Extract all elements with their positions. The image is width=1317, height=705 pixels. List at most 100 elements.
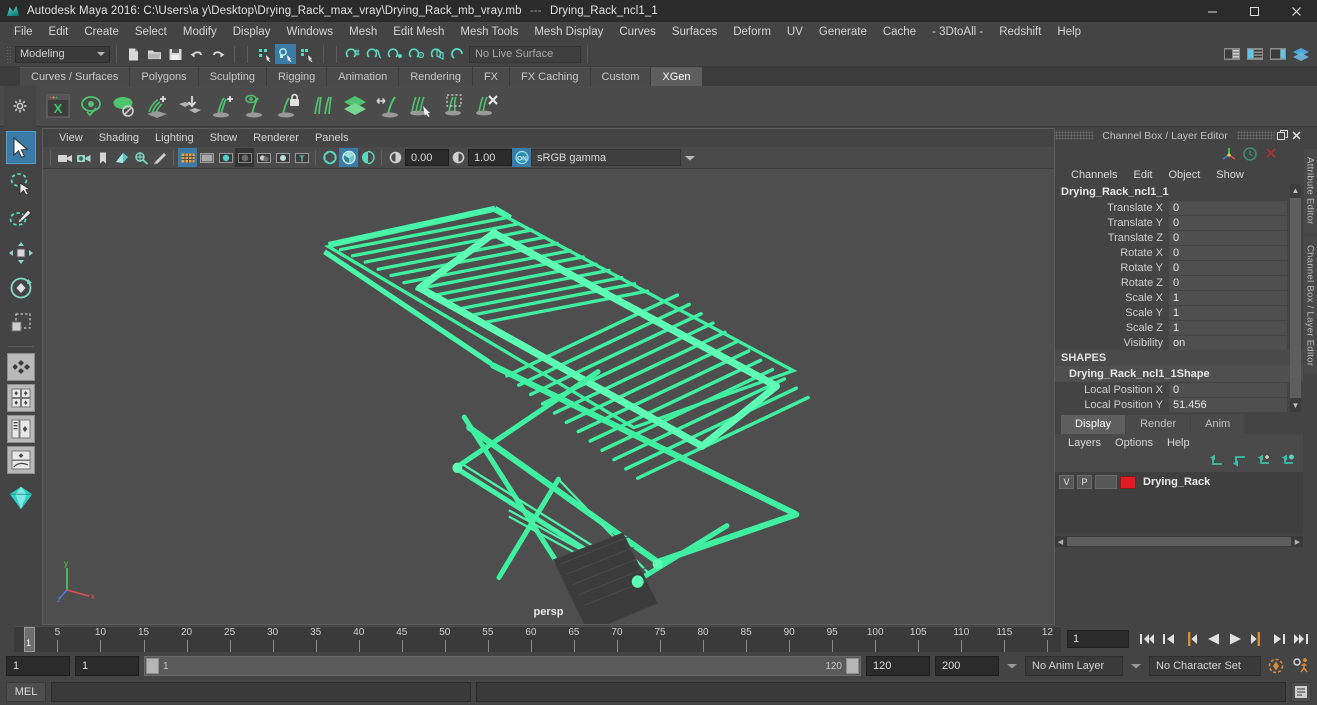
playback-end-time-field[interactable]: 120 [866,656,930,676]
menu-file[interactable]: File [6,22,41,42]
attribute-value-field[interactable]: 0 [1169,245,1287,260]
rotate-tool[interactable] [6,271,36,304]
exposure-field[interactable]: 0.00 [405,149,449,166]
shelf-tab-animation[interactable]: Animation [327,67,399,86]
shelf-tab-custom[interactable]: Custom [590,67,651,86]
undock-panel-button[interactable] [1275,129,1289,143]
character-set-selector[interactable]: No Character Set [1149,656,1261,676]
layer-list-horizontal-scrollbar[interactable]: ◀ ▶ [1055,536,1303,547]
minimize-button[interactable] [1191,0,1233,22]
time-slider[interactable]: 1 5 10 15 20 25 30 35 40 45 50 55 60 65 70 75 80 85 90 95 1… [14,626,1061,652]
snap-to-view-planes-button[interactable] [427,44,448,64]
bookmark-icon[interactable] [93,148,112,167]
script-language-button[interactable]: MEL [6,682,46,702]
xgen-import-icon[interactable] [174,89,206,123]
redo-button[interactable] [207,44,228,64]
menu-mesh[interactable]: Mesh [341,22,385,42]
menu-set-selector[interactable]: Modeling [15,45,110,63]
new-scene-button[interactable] [123,44,144,64]
save-scene-button[interactable] [165,44,186,64]
layer-new-icon[interactable] [1255,454,1271,470]
range-slider[interactable]: 1 120 [144,656,861,676]
viewport-menu-shading[interactable]: Shading [91,132,147,144]
xgen-window-icon[interactable]: X [42,89,74,123]
step-forward-frame-icon[interactable] [1247,629,1267,649]
panel-grip[interactable] [1237,131,1275,140]
attribute-value-field[interactable]: 0 [1169,275,1287,290]
panel-grip[interactable] [1055,131,1093,140]
animation-preferences-icon[interactable] [1291,656,1311,676]
menu-cache[interactable]: Cache [875,22,924,42]
exposure-icon[interactable] [386,148,405,167]
scale-tool[interactable] [6,306,36,339]
clock-icon[interactable] [1242,146,1258,165]
select-by-object-type-button[interactable] [275,44,296,64]
vertical-tab-channel-box-layer-editor[interactable]: Channel Box / Layer Editor [1303,236,1317,374]
vertical-tab-attribute-editor[interactable]: Attribute Editor [1303,149,1317,233]
lasso-select-tool[interactable] [6,166,36,199]
xray-active-components-icon[interactable] [358,148,377,167]
layer-color-swatch[interactable] [1120,475,1136,489]
paint-select-tool[interactable] [6,201,36,234]
layer-tab-anim[interactable]: Anim [1191,415,1245,434]
snap-to-curve-button[interactable] [364,44,385,64]
viewport-menu-lighting[interactable]: Lighting [147,132,202,144]
attribute-value-field[interactable]: 0 [1169,260,1287,275]
use-all-lights-icon[interactable] [235,148,254,167]
viewport-menu-show[interactable]: Show [202,132,246,144]
menu-edit[interactable]: Edit [41,22,77,42]
auto-keyframe-icon[interactable] [1266,656,1286,676]
menu-modify[interactable]: Modify [175,22,225,42]
go-to-start-icon[interactable] [1137,629,1157,649]
undo-button[interactable] [186,44,207,64]
smooth-shade-all-icon[interactable] [197,148,216,167]
attribute-value-field[interactable]: 0 [1169,200,1287,215]
color-management-selector[interactable]: sRGB gamma [531,149,681,166]
xgen-add-description-icon[interactable] [141,89,173,123]
live-surface-field[interactable]: No Live Surface [469,45,581,63]
layer-menu-help[interactable]: Help [1160,437,1197,449]
shadows-icon[interactable] [254,148,273,167]
chevron-down-icon[interactable] [1004,656,1020,676]
shelf-tab-fx-caching[interactable]: FX Caching [510,67,590,86]
menu-curves[interactable]: Curves [611,22,663,42]
select-by-component-type-button[interactable] [296,44,317,64]
shelf-options-button[interactable] [4,85,36,127]
shaded-textured-icon[interactable] [216,148,235,167]
attribute-value-field[interactable]: 0 [1169,215,1287,230]
playback-start-time-field[interactable]: 1 [75,656,139,676]
open-scene-button[interactable] [144,44,165,64]
show-channel-box-button[interactable] [1267,44,1288,64]
attribute-value-field[interactable]: on [1169,335,1287,350]
channel-box-menu-object[interactable]: Object [1160,169,1208,181]
play-forwards-icon[interactable] [1225,629,1245,649]
xray-joints-icon[interactable] [339,148,358,167]
xgen-layers-icon[interactable] [339,89,371,123]
chevron-down-icon[interactable] [1128,656,1144,676]
command-input-field[interactable] [51,682,471,702]
script-editor-icon[interactable] [1291,682,1311,702]
snap-to-grid-button[interactable] [343,44,364,64]
range-slider-right-handle[interactable] [846,658,859,674]
menu-windows[interactable]: Windows [278,22,341,42]
four-view-layout[interactable] [7,384,35,412]
step-forward-keyframe-icon[interactable] [1269,629,1289,649]
layer-name[interactable]: Drying_Rack [1139,476,1210,488]
menu-help[interactable]: Help [1049,22,1089,42]
layer-shading-toggle[interactable] [1095,475,1117,489]
xray-mode-icon[interactable] [320,148,339,167]
menu-uv[interactable]: UV [779,22,811,42]
xgen-select-guides-icon[interactable] [405,89,437,123]
menu-surfaces[interactable]: Surfaces [664,22,725,42]
shelf-tab-rigging[interactable]: Rigging [266,67,327,86]
attribute-value-field[interactable]: 0 [1169,382,1287,397]
show-attribute-editor-button[interactable] [1221,44,1242,64]
current-time-indicator[interactable]: 1 [24,627,35,652]
scrollbar-thumb[interactable] [1290,198,1301,398]
shelf-tab-curves-surfaces[interactable]: Curves / Surfaces [20,67,130,86]
toolbar-grip[interactable] [6,45,11,63]
select-by-hierarchy-button[interactable] [254,44,275,64]
scroll-up-icon[interactable]: ▲ [1290,184,1301,197]
menu-select[interactable]: Select [127,22,175,42]
step-back-keyframe-icon[interactable] [1159,629,1179,649]
